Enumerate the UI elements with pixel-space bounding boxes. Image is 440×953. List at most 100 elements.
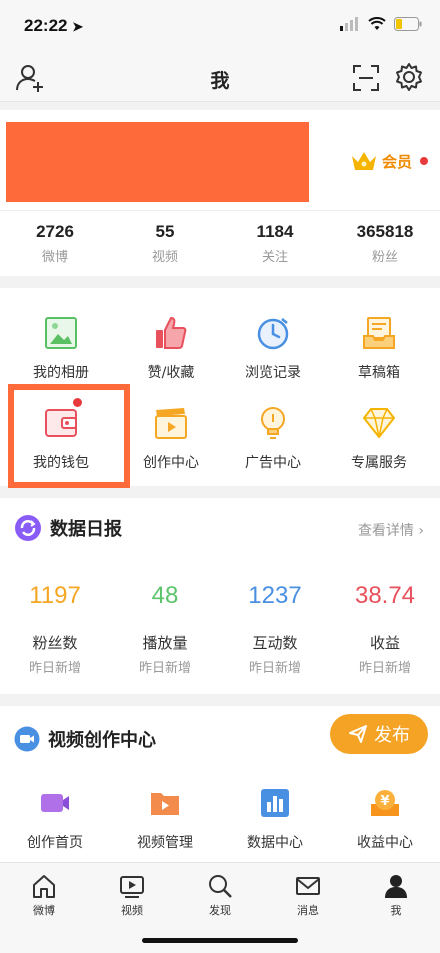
vtool-creation-home[interactable]: 创作首页: [0, 786, 110, 852]
metric-value: 1237: [248, 582, 302, 609]
stat-label: 粉丝: [371, 250, 398, 265]
tab-label: 发现: [209, 904, 231, 917]
stat-followers[interactable]: 365818 粉丝: [330, 222, 440, 265]
profile-stats: 2726 微博 55 视频 1184 关注 365818 粉丝: [0, 222, 440, 265]
view-details-link[interactable]: 查看详情 ›: [358, 520, 424, 540]
status-time: 22:22 ➤: [24, 16, 84, 35]
metric-value: 48: [151, 582, 179, 609]
metric-income[interactable]: 38.74 收益昨日新增: [330, 582, 440, 676]
stat-label: 关注: [261, 250, 288, 265]
camera-icon: [41, 794, 69, 812]
daily-title: 数据日报: [50, 519, 122, 540]
vtool-video-management[interactable]: 视频管理: [110, 786, 220, 852]
tab-label: 我: [390, 904, 402, 917]
metric-interactions[interactable]: 1237 互动数昨日新增: [220, 582, 330, 676]
mail-icon: [296, 877, 320, 895]
data-daily-report: 数据日报 查看详情 › 1197 粉丝数昨日新增 48 播放量 昨日新增 1237 互动…: [0, 498, 440, 694]
tools-grid: 我的相册 赞/收藏 浏览记录 草稿箱 我的钱包 创作中心 广告中心 专属服务: [0, 288, 440, 488]
bar-chart-icon: [261, 789, 289, 817]
tab-weibo[interactable]: 微博: [0, 873, 88, 918]
daily-header: 数据日报: [14, 514, 122, 542]
tool-label: 广告中心: [245, 455, 301, 471]
metric-sub: 昨日新增: [248, 661, 301, 676]
vtool-data-center[interactable]: 数据中心: [220, 786, 330, 852]
vtool-label: 数据中心: [247, 835, 303, 851]
metric-value: 1197: [29, 582, 81, 609]
vip-entry[interactable]: 会员: [350, 150, 428, 172]
stat-label: 视频: [151, 250, 178, 265]
refresh-circle-icon: [15, 515, 41, 541]
tool-drafts[interactable]: 草稿箱: [324, 314, 434, 404]
video-folder-icon: [151, 793, 179, 815]
gear-icon[interactable]: [394, 62, 424, 92]
video-camera-icon: [14, 726, 40, 752]
stat-weibo[interactable]: 2726 微博: [0, 222, 110, 265]
metric-sub: 昨日新增: [138, 661, 191, 676]
vtool-label: 视频管理: [137, 835, 193, 851]
metric-sub: 昨日新增: [28, 661, 81, 676]
status-bar: 22:22 ➤: [0, 0, 440, 56]
tab-label: 视频: [121, 904, 143, 917]
svg-text:¥: ¥: [380, 794, 389, 809]
home-icon: [33, 875, 55, 898]
metric-name: 粉丝数: [32, 634, 78, 652]
home-indicator[interactable]: [142, 938, 298, 943]
lightbulb-icon: [261, 407, 285, 439]
tool-ad-center[interactable]: 广告中心: [218, 404, 328, 494]
stat-value: 55: [155, 222, 175, 241]
publish-label: 发布: [374, 725, 410, 746]
metric-name: 收益: [369, 634, 400, 652]
tool-label: 浏览记录: [245, 365, 301, 381]
tool-label: 专属服务: [351, 455, 407, 471]
divider: [0, 210, 440, 211]
tab-video[interactable]: 视频: [88, 873, 176, 918]
video-tools: 创作首页 视频管理 数据中心 ¥ 收益中心: [0, 786, 440, 852]
video-icon: [120, 876, 144, 898]
battery-icon: [394, 17, 422, 31]
stat-value: 2726: [36, 222, 74, 241]
highlight-box: [8, 384, 130, 488]
metric-fans[interactable]: 1197 粉丝数昨日新增: [0, 582, 110, 676]
video-header: 视频创作中心: [14, 726, 156, 752]
tool-creation-center[interactable]: 创作中心: [116, 404, 226, 494]
metric-name: 互动数: [252, 634, 298, 652]
stat-video[interactable]: 55 视频: [110, 222, 220, 265]
tab-me[interactable]: 我: [352, 873, 440, 918]
tool-label: 我的相册: [33, 365, 89, 381]
stat-value: 1184: [256, 222, 294, 241]
tab-messages[interactable]: 消息: [264, 873, 352, 918]
status-icons: [340, 17, 422, 31]
diamond-icon: [363, 408, 395, 438]
tool-history[interactable]: 浏览记录: [218, 314, 328, 404]
tool-likes[interactable]: 赞/收藏: [116, 314, 226, 404]
vtool-income-center[interactable]: ¥ 收益中心: [330, 786, 440, 852]
person-icon: [385, 875, 407, 898]
daily-metrics: 1197 粉丝数昨日新增 48 播放量 昨日新增 1237 互动数昨日新增 38.74 收…: [0, 582, 440, 676]
scan-icon[interactable]: [352, 64, 380, 92]
coin-icon: ¥: [371, 790, 399, 816]
tool-label: 赞/收藏: [147, 365, 195, 381]
video-title: 视频创作中心: [48, 730, 156, 751]
drafts-tray-icon: [363, 317, 395, 349]
metric-plays[interactable]: 48 播放量 昨日新增: [110, 582, 220, 676]
stat-label: 微博: [41, 250, 68, 265]
clapperboard-icon: [155, 408, 187, 439]
vtool-label: 收益中心: [357, 835, 413, 851]
redacted-user-info: [6, 122, 309, 202]
tool-label: 草稿箱: [358, 365, 400, 381]
publish-button[interactable]: 发布: [330, 714, 428, 754]
notification-dot: [420, 157, 428, 165]
metric-sub: 昨日新增: [358, 661, 411, 676]
tab-discover[interactable]: 发现: [176, 873, 264, 918]
stat-following[interactable]: 1184 关注: [220, 222, 330, 265]
vtool-label: 创作首页: [27, 835, 83, 851]
stat-value: 365818: [356, 222, 414, 241]
tool-exclusive-service[interactable]: 专属服务: [324, 404, 434, 494]
nav-bar: 我: [0, 56, 440, 102]
paper-plane-icon: [349, 725, 367, 743]
signal-icon: [340, 17, 358, 31]
metric-value: 38.74: [354, 582, 416, 609]
search-icon: [209, 875, 232, 898]
thumbs-up-icon: [156, 316, 187, 349]
video-creation-center: 视频创作中心 发布 创作首页 视频管理 数据中心 ¥ 收益中心: [0, 706, 440, 862]
